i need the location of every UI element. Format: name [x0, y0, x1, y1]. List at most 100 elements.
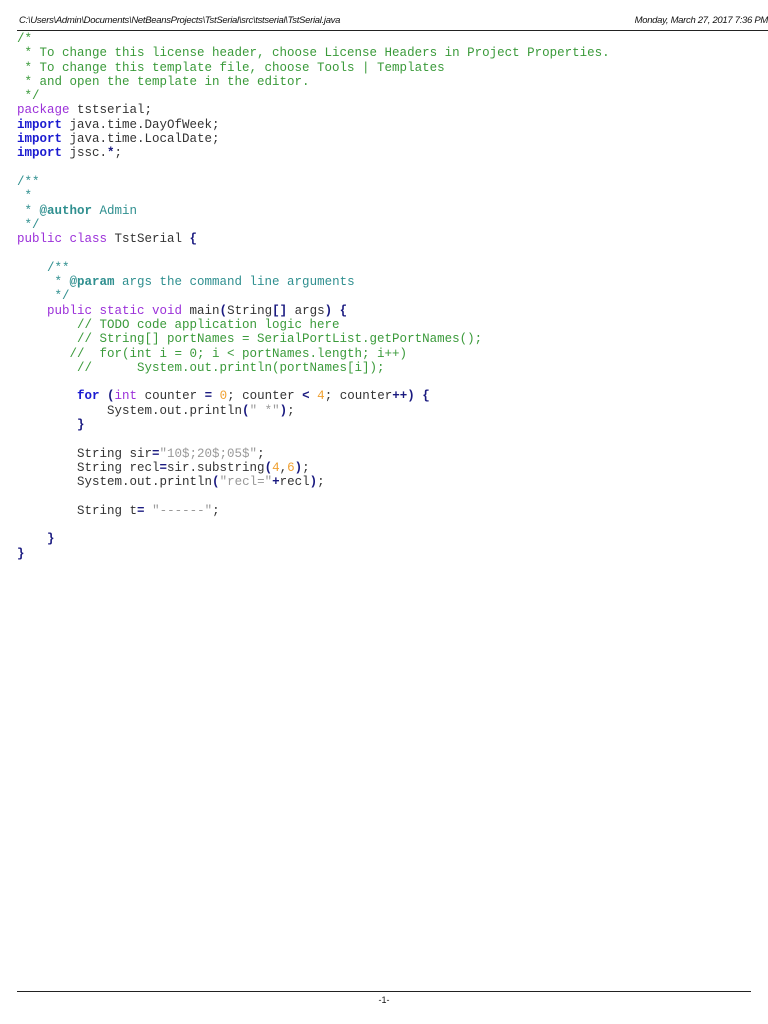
code-line: /** — [17, 261, 610, 275]
code-line: String t= "------"; — [17, 504, 610, 518]
code-token: tstserial; — [69, 103, 153, 118]
code-token: * — [17, 275, 70, 290]
code-token: import — [17, 132, 63, 147]
footer-divider — [17, 991, 751, 992]
code-token: String recl — [17, 460, 160, 475]
code-token: ; — [287, 403, 295, 418]
code-token: + — [272, 475, 280, 490]
code-line: package tstserial; — [17, 103, 610, 117]
code-token: } — [17, 532, 55, 547]
code-token: ; — [114, 146, 123, 161]
code-line: } — [17, 547, 610, 561]
code-line: import jssc.*; — [17, 146, 610, 160]
code-token: ( — [264, 460, 273, 475]
code-token: ; — [212, 503, 220, 518]
code-token: "10$;20$;05$" — [159, 446, 258, 461]
code-line: */ — [17, 218, 610, 232]
code-token: } — [17, 418, 85, 433]
code-token: // System.out.println(portNames[i]); — [17, 360, 385, 375]
code-token: = — [159, 460, 168, 475]
code-token: ++) — [392, 389, 415, 404]
code-token: = — [204, 389, 213, 404]
code-line: public class TstSerial { — [17, 232, 610, 246]
code-token: = — [152, 446, 160, 461]
code-token: // TODO code application logic here — [17, 317, 340, 332]
code-token: Admin — [92, 203, 138, 218]
code-line: // String[] portNames = SerialPortList.g… — [17, 332, 610, 346]
code-token: package — [17, 103, 70, 118]
code-token: * To change this template file, choose T… — [17, 60, 445, 75]
code-token: // String[] portNames = SerialPortList.g… — [17, 332, 483, 347]
code-token: public static void — [17, 303, 183, 318]
code-line: System.out.println(" *"); — [17, 404, 610, 418]
code-line: * To change this template file, choose T… — [17, 61, 610, 75]
code-token: ) — [324, 303, 333, 318]
code-line: /* — [17, 32, 610, 46]
code-token: sir.substring — [167, 460, 265, 475]
code-token: ; counter — [227, 389, 303, 404]
code-token: { — [339, 303, 348, 318]
code-token: recl — [279, 475, 310, 490]
code-token: ( — [219, 303, 228, 318]
code-token: = — [137, 503, 145, 518]
code-line: // TODO code application logic here — [17, 318, 610, 332]
code-token: ) — [309, 475, 318, 490]
code-token: ) — [279, 403, 288, 418]
code-token: // for(int i = 0; i < portNames.length; … — [17, 346, 408, 361]
code-token: import — [17, 117, 63, 132]
code-token: @param — [69, 275, 115, 290]
page-number: -1- — [378, 995, 390, 1005]
code-line: * @author Admin — [17, 204, 610, 218]
code-token: 6 — [287, 460, 295, 475]
code-token: */ — [17, 289, 70, 304]
code-token: java.time.DayOfWeek; — [62, 117, 220, 132]
code-token: /* — [17, 32, 33, 46]
code-token: ( — [242, 403, 250, 418]
code-token: ; — [302, 460, 310, 475]
code-token: java.time.LocalDate; — [62, 132, 220, 147]
print-header: C:\Users\Admin\Documents\NetBeansProject… — [19, 15, 768, 26]
code-token: args the command line arguments — [114, 275, 355, 290]
code-token: String — [227, 303, 273, 318]
code-line: /** — [17, 175, 610, 189]
print-date: Monday, March 27, 2017 7:36 PM — [634, 15, 768, 26]
code-token: } — [17, 546, 25, 561]
code-line: System.out.println("recl="+recl); — [17, 475, 610, 489]
code-line: import java.time.DayOfWeek; — [17, 118, 610, 132]
code-line: import java.time.LocalDate; — [17, 132, 610, 146]
code-line: */ — [17, 89, 610, 103]
code-line: */ — [17, 289, 610, 303]
code-token: args — [287, 303, 325, 318]
code-token: /** — [17, 174, 40, 189]
code-token: ; — [317, 475, 325, 490]
code-token: ( — [107, 389, 115, 404]
code-token: * — [107, 146, 115, 161]
code-token: ( — [212, 475, 220, 490]
code-line: * @param args the command line arguments — [17, 275, 610, 289]
code-line: } — [17, 418, 610, 432]
code-token: jssc. — [62, 146, 108, 161]
code-token: 4 — [272, 460, 280, 475]
code-token: 0 — [219, 389, 228, 404]
code-token: */ — [17, 89, 40, 104]
code-token: * — [17, 203, 40, 218]
code-token: * — [17, 189, 33, 204]
code-token: , — [279, 460, 288, 475]
code-token: @author — [39, 203, 93, 218]
header-divider — [17, 30, 768, 31]
code-token: /** — [17, 260, 70, 275]
code-line: // for(int i = 0; i < portNames.length; … — [17, 347, 610, 361]
code-token: < — [302, 389, 310, 404]
code-token: import — [17, 146, 63, 161]
code-token: for — [17, 389, 100, 404]
source-code: /* * To change this license header, choo… — [17, 32, 610, 561]
code-line: * and open the template in the editor. — [17, 75, 610, 89]
